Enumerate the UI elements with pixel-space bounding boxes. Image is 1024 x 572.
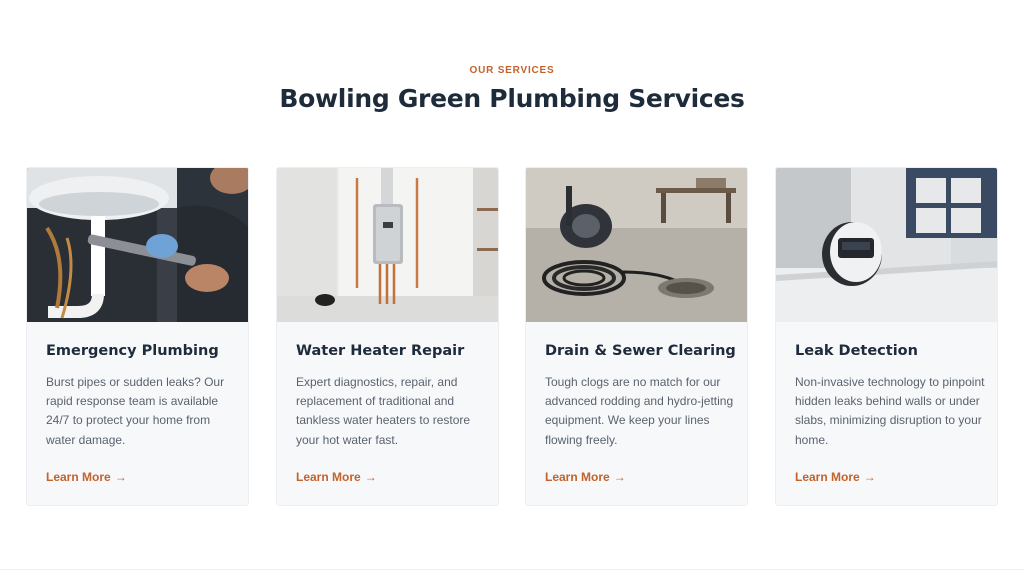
drain-machine-photo (526, 168, 747, 322)
section-title: Bowling Green Plumbing Services (279, 84, 745, 113)
service-card-emergency-plumbing: Emergency Plumbing Burst pipes or sudden… (26, 167, 249, 506)
learn-more-link[interactable]: Learn More → (296, 470, 377, 484)
tankless-water-heater-photo (277, 168, 498, 322)
service-card-drain-sewer-clearing: Drain & Sewer Clearing Tough clogs are n… (525, 167, 748, 506)
service-description: Burst pipes or sudden leaks? Our rapid r… (46, 375, 225, 447)
plumber-wrench-photo (27, 168, 248, 322)
learn-more-link[interactable]: Learn More → (795, 470, 876, 484)
service-description: Tough clogs are no match for our advance… (545, 375, 734, 447)
arrow-right-icon: → (863, 470, 876, 484)
service-title: Emergency Plumbing (46, 343, 219, 359)
service-description: Expert diagnostics, repair, and replacem… (296, 375, 471, 447)
section-divider (0, 569, 1024, 570)
arrow-right-icon: → (114, 470, 127, 484)
leak-sensor-photo (776, 168, 997, 322)
service-title: Leak Detection (795, 343, 918, 359)
section-eyebrow: OUR SERVICES (469, 65, 555, 76)
learn-more-link[interactable]: Learn More → (46, 470, 127, 484)
service-description: Non-invasive technology to pinpoint hidd… (795, 375, 985, 447)
service-title: Drain & Sewer Clearing (545, 343, 736, 359)
service-title: Water Heater Repair (296, 343, 465, 359)
learn-more-link[interactable]: Learn More → (545, 470, 626, 484)
service-card-water-heater-repair: Water Heater Repair Expert diagnostics, … (276, 167, 499, 506)
service-card-leak-detection: Leak Detection Non-invasive technology t… (775, 167, 998, 506)
arrow-right-icon: → (613, 470, 626, 484)
arrow-right-icon: → (364, 470, 377, 484)
